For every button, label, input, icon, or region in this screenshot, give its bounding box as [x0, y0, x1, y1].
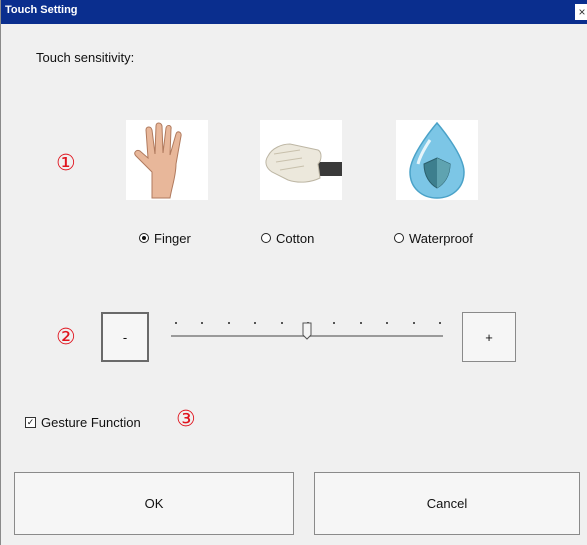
- slider-tick: [254, 322, 257, 324]
- radio-cotton[interactable]: Cotton: [261, 229, 314, 247]
- slider-tick: [439, 322, 441, 324]
- annotation-marker-3: ③: [176, 406, 196, 431]
- close-button[interactable]: ×: [575, 4, 587, 20]
- radio-waterproof-label: Waterproof: [409, 230, 473, 246]
- sensitivity-slider[interactable]: [171, 318, 443, 348]
- decrease-sensitivity-button[interactable]: -: [101, 312, 149, 362]
- touch-sensitivity-label: Touch sensitivity:: [36, 50, 135, 65]
- touch-setting-dialog: Touch Setting × Touch sensitivity: ① Fin…: [0, 0, 587, 545]
- annotation-marker-2: ②: [56, 324, 76, 349]
- slider-tick: [386, 322, 389, 324]
- gesture-function-checkbox[interactable]: ✓ Gesture Function: [25, 412, 141, 432]
- ok-button[interactable]: OK: [14, 472, 294, 535]
- increase-sensitivity-button[interactable]: +: [462, 312, 516, 362]
- slider-tick: [333, 322, 336, 324]
- radio-finger-label: Finger: [154, 230, 191, 246]
- radio-waterproof[interactable]: Waterproof: [394, 229, 473, 247]
- radio-dot: [261, 233, 271, 243]
- slider-tick: [175, 322, 177, 324]
- hand-icon[interactable]: [126, 120, 208, 200]
- radio-finger[interactable]: Finger: [139, 229, 191, 247]
- cancel-button[interactable]: Cancel: [314, 472, 580, 535]
- radio-dot-selected: [139, 233, 149, 243]
- annotation-marker-1: ①: [56, 150, 76, 175]
- slider-tick: [280, 322, 283, 324]
- slider-thumb[interactable]: [302, 322, 312, 340]
- radio-dot: [394, 233, 404, 243]
- slider-tick: [412, 322, 415, 324]
- slider-tick: [227, 322, 230, 324]
- slider-tick: [359, 322, 362, 324]
- cotton-glove-icon[interactable]: [260, 120, 342, 200]
- window-title: Touch Setting: [5, 4, 78, 16]
- water-drop-shield-icon[interactable]: [396, 120, 478, 200]
- radio-cotton-label: Cotton: [276, 230, 315, 246]
- slider-tick: [201, 322, 204, 324]
- gesture-function-label: Gesture Function: [41, 414, 141, 430]
- checkbox-box[interactable]: ✓: [25, 416, 36, 428]
- title-bar[interactable]: Touch Setting: [1, 0, 587, 24]
